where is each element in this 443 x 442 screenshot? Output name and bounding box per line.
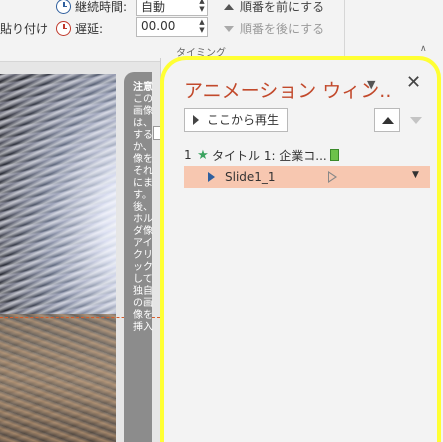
ribbon-divider [344, 0, 345, 58]
delay-clock-icon [56, 20, 71, 36]
pane-options-icon[interactable]: ▼ [367, 78, 375, 91]
move-up-button[interactable] [374, 108, 400, 132]
animation-label: Slide1_1 [225, 170, 276, 184]
timing-bar [329, 149, 339, 161]
delay-label: 遅延: [75, 21, 104, 36]
duration-row: 継続時間: [56, 0, 135, 17]
star-icon: ★ [197, 147, 209, 163]
duration-spinner-icon[interactable]: ▲ ▼ [197, 0, 207, 15]
arrow-down-icon [224, 25, 234, 32]
duration-label: 継続時間: [75, 0, 128, 14]
slide-area: 注意この画像は、するか、像をそれにます。後、ホルダ像アイクリックして独自の画像を… [0, 62, 161, 442]
play-from-button[interactable]: ここから再生 [184, 108, 289, 132]
close-icon[interactable]: ✕ [406, 72, 421, 93]
play-icon [193, 115, 199, 125]
animation-item[interactable]: 1 ★ タイトル 1: 企業コ... [184, 144, 430, 166]
clock-icon [56, 0, 71, 14]
chevron-down-icon[interactable]: ▼ [412, 170, 419, 180]
animation-item-selected[interactable]: Slide1_1 ▼ [184, 166, 430, 188]
animation-label: タイトル 1: 企業コ... [212, 148, 327, 163]
move-later-button[interactable]: 順番を後にする [224, 20, 324, 37]
delay-value: 00.00 [141, 19, 176, 33]
delay-row: 遅延: [56, 17, 135, 39]
paste-button-label[interactable]: 貼り付け [0, 20, 48, 37]
play-icon [208, 172, 215, 182]
note-body: この画像は、するか、像をそれにます。後、ホルダ像アイクリックして独自の画像を挿入 [133, 94, 153, 333]
pane-title: アニメーション ウィン.. [184, 80, 392, 102]
move-earlier-label: 順番を前にする [240, 0, 325, 14]
move-earlier-button[interactable]: 順番を前にする [224, 0, 324, 15]
trigger-icon [328, 171, 337, 183]
delay-field[interactable]: 00.00 ▲ ▼ [136, 17, 208, 37]
arrow-up-icon [224, 3, 234, 10]
move-down-button[interactable] [403, 108, 429, 132]
timing-group-label: タイミング [176, 48, 226, 59]
move-later-label: 順番を後にする [240, 22, 325, 36]
play-from-label: ここから再生 [207, 113, 280, 127]
duration-value: 自動 [141, 0, 166, 14]
duration-field[interactable]: 自動 ▲ ▼ [136, 0, 208, 16]
note-title: 注意 [133, 82, 153, 93]
delay-spinner-icon[interactable]: ▲ ▼ [197, 18, 207, 36]
animation-number: 1 [184, 148, 192, 162]
note-text: 注意この画像は、するか、像をそれにます。後、ホルダ像アイクリックして独自の画像を… [133, 82, 153, 334]
collapse-ribbon-icon[interactable]: ∧ [420, 44, 427, 54]
ribbon: 貼り付け 継続時間: 自動 ▲ ▼ 遅延: 00.00 ▲ ▼ 順番を前にする 順番… [0, 0, 443, 62]
slide-image[interactable] [0, 74, 116, 442]
